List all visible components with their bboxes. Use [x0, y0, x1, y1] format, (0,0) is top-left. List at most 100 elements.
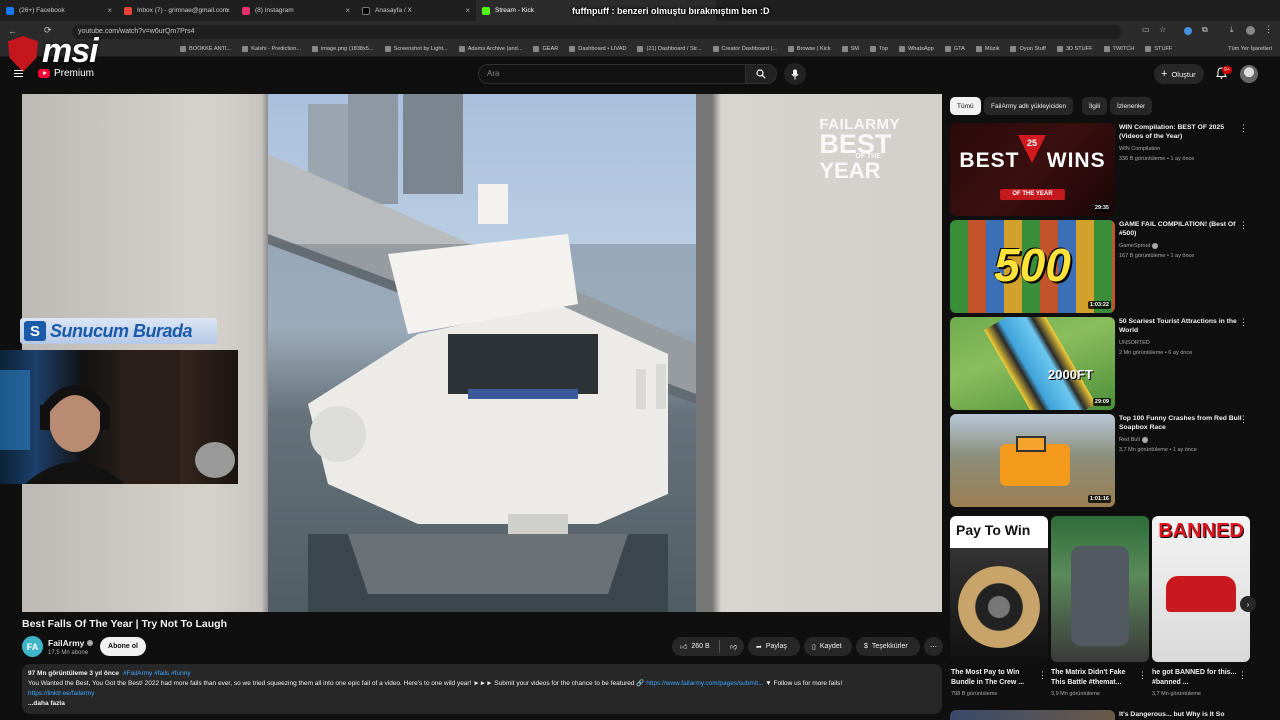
like-button[interactable]: 👍︎ 260 B [672, 640, 720, 653]
video-thumbnail[interactable]: 500 1:03:22 [950, 220, 1115, 313]
chip-from-uploader[interactable]: FailArmy adlı yükleyiciden [984, 97, 1074, 115]
bookmark[interactable]: 3D STUFF [1056, 46, 1093, 52]
extension-icon[interactable] [1184, 27, 1192, 35]
search-button[interactable] [745, 64, 777, 84]
browser-menu-icon[interactable]: ⋮ [1264, 24, 1273, 35]
browser-tab[interactable]: Anasayfa / X × [356, 0, 476, 21]
hashtags[interactable]: #FailArmy #fails #funny [123, 670, 191, 677]
description-link[interactable]: https://www.failarmy.com/pages/submit... [646, 680, 763, 687]
bookmark[interactable]: Creator Dashboard |... [712, 46, 777, 52]
recommended-video[interactable]: 500 1:03:22 GAME FAIL COMPILATION! (Best… [950, 220, 1250, 313]
all-bookmarks[interactable]: Tüm Yer İşaretleri [1228, 46, 1272, 52]
bookmark[interactable]: GTA [944, 46, 965, 52]
channel-name[interactable]: FailArmy [48, 638, 94, 648]
bookmark[interactable]: Browse | Kick [787, 46, 831, 52]
short-thumbnail[interactable]: Pay To Win [950, 516, 1048, 662]
back-icon[interactable]: ← [8, 26, 17, 36]
recommended-video[interactable]: BEST WINS 25 OF THE YEAR 29:35 WIN Compi… [950, 123, 1250, 216]
create-button[interactable]: + Oluştur [1154, 64, 1204, 84]
show-more-button[interactable]: ...daha fazla [28, 700, 65, 707]
video-title[interactable]: Top 100 Funny Crashes from Red Bull Soap… [1119, 414, 1247, 432]
bookmark[interactable]: GEAR [533, 46, 558, 52]
thanks-button[interactable]: $ Teşekkürler [856, 637, 920, 656]
bookmark[interactable]: Müzik [975, 46, 999, 52]
bookmark[interactable]: Top [869, 46, 888, 52]
bookmark[interactable]: image.png (1838x5... [312, 46, 374, 52]
bookmark[interactable]: WhatsApp [898, 46, 934, 52]
subscribe-button[interactable]: Abone ol [100, 637, 146, 656]
bookmark[interactable]: STUFF [1145, 46, 1172, 52]
more-vertical-icon[interactable]: ⋮ [1238, 670, 1247, 681]
browser-tab[interactable]: (26+) Facebook × [0, 0, 118, 21]
bookmark[interactable]: BOOKKE ANTI... [180, 46, 231, 52]
more-vertical-icon[interactable]: ⋮ [1239, 220, 1248, 231]
video-title[interactable]: 50 Scariest Tourist Attractions in the W… [1119, 317, 1247, 335]
video-thumbnail[interactable]: 1:01:16 [950, 414, 1115, 507]
hamburger-menu-icon[interactable] [14, 70, 23, 77]
share-button[interactable]: ➦ Paylaş [748, 637, 800, 656]
dislike-button[interactable]: 👎︎ [724, 642, 737, 651]
more-vertical-icon[interactable]: ⋮ [1038, 670, 1047, 681]
more-vertical-icon[interactable]: ⋮ [1239, 317, 1248, 328]
bookmark[interactable]: Screenshot by Light... [384, 46, 448, 52]
extensions-puzzle-icon[interactable]: ⧉ [1202, 25, 1208, 35]
video-frame [268, 94, 696, 612]
close-icon[interactable]: × [225, 6, 230, 15]
url-field[interactable]: youtube.com/watch?v=w6urQm7Prs4 [72, 25, 1122, 39]
bookmark[interactable]: TWITCH [1103, 46, 1134, 52]
channel-name[interactable]: Red Bull [1119, 437, 1148, 443]
chip-all[interactable]: Tümü [950, 97, 981, 115]
linktree-link[interactable]: https://linktr.ee/failarmy [28, 690, 94, 697]
more-vertical-icon[interactable]: ⋮ [1239, 123, 1248, 134]
video-title[interactable]: GAME FAIL COMPILATION! (Best Of #500) [1119, 220, 1247, 238]
recommended-video[interactable]: 1:01:16 Top 100 Funny Crashes from Red B… [950, 414, 1250, 507]
chip-related[interactable]: İlgili [1082, 97, 1108, 115]
video-title[interactable]: It's Dangerous... but Why is It So [1119, 711, 1224, 718]
short-thumbnail[interactable] [1051, 516, 1149, 662]
channel-avatar[interactable]: FA [22, 636, 43, 657]
short-title[interactable]: The Most Pay to Win Bundle in The Crew .… [951, 668, 1041, 688]
bookmark[interactable]: SM [841, 46, 859, 52]
voice-search-button[interactable] [784, 63, 806, 85]
duration-badge: 1:01:16 [1088, 495, 1111, 503]
bookmark[interactable]: Adams Archive (and... [458, 46, 522, 52]
search-input[interactable]: Ara [478, 64, 746, 84]
bookmark[interactable]: (21) Dashboard / Str... [637, 46, 702, 52]
short-thumbnail[interactable]: BANNED [1152, 516, 1250, 662]
account-avatar[interactable] [1240, 65, 1258, 83]
browser-tab[interactable]: (8) Instagram × [236, 0, 356, 21]
cast-icon[interactable]: ▭ [1142, 25, 1150, 34]
more-vertical-icon[interactable]: ⋮ [1239, 414, 1248, 425]
downloads-icon[interactable]: ⤓ [1230, 25, 1234, 35]
short-title[interactable]: he got BANNED for this... #banned ... [1152, 668, 1242, 688]
close-icon[interactable]: × [345, 6, 350, 15]
description-box[interactable]: 97 Mn görüntüleme 3 yıl önce #FailArmy #f… [22, 664, 942, 714]
channel-name[interactable]: UNSORTED [1119, 340, 1150, 346]
bookmark-label: Top [878, 46, 888, 52]
close-icon[interactable]: × [465, 6, 470, 15]
tab-label: Inbox (7) - grimnae@gmail.com [137, 7, 229, 14]
profile-icon[interactable] [1246, 26, 1255, 35]
recommended-video[interactable]: 2000FT 29:09 50 Scariest Tourist Attract… [950, 317, 1250, 410]
save-button[interactable]: ▯ Kaydet [804, 637, 852, 656]
video-thumbnail[interactable]: 2000FT 29:09 [950, 317, 1115, 410]
bookmark[interactable]: Oyun Stuff [1010, 46, 1046, 52]
channel-name[interactable]: WIN Compilation [1119, 146, 1160, 152]
video-thumbnail[interactable] [950, 710, 1115, 720]
bookmark[interactable]: Kalshi - Prediction... [242, 46, 301, 52]
close-icon[interactable]: × [107, 6, 112, 15]
recommended-video[interactable]: It's Dangerous... but Why is It So [950, 710, 1250, 720]
video-thumbnail[interactable]: BEST WINS 25 OF THE YEAR 29:35 [950, 123, 1115, 216]
chevron-right-icon[interactable]: › [1240, 596, 1256, 612]
short-title[interactable]: The Matrix Didn't Fake This Battle #them… [1051, 668, 1141, 688]
browser-tab[interactable]: Inbox (7) - grimnae@gmail.com × [118, 0, 236, 21]
video-title[interactable]: WIN Compilation: BEST OF 2025 (Videos of… [1119, 123, 1247, 141]
description-text-tail: ▼ Follow us for more fails! [763, 680, 843, 687]
chip-watched[interactable]: İzlenenler [1110, 97, 1153, 115]
bookmark-star-icon[interactable]: ☆ [1159, 25, 1166, 34]
more-actions-button[interactable]: ⋯ [924, 637, 943, 656]
bookmark[interactable]: Dashboard • LIVAD [569, 46, 626, 52]
channel-name[interactable]: GameSprout [1119, 243, 1159, 249]
youtube-premium-logo[interactable]: Premium [38, 68, 94, 79]
more-vertical-icon[interactable]: ⋮ [1138, 670, 1147, 681]
